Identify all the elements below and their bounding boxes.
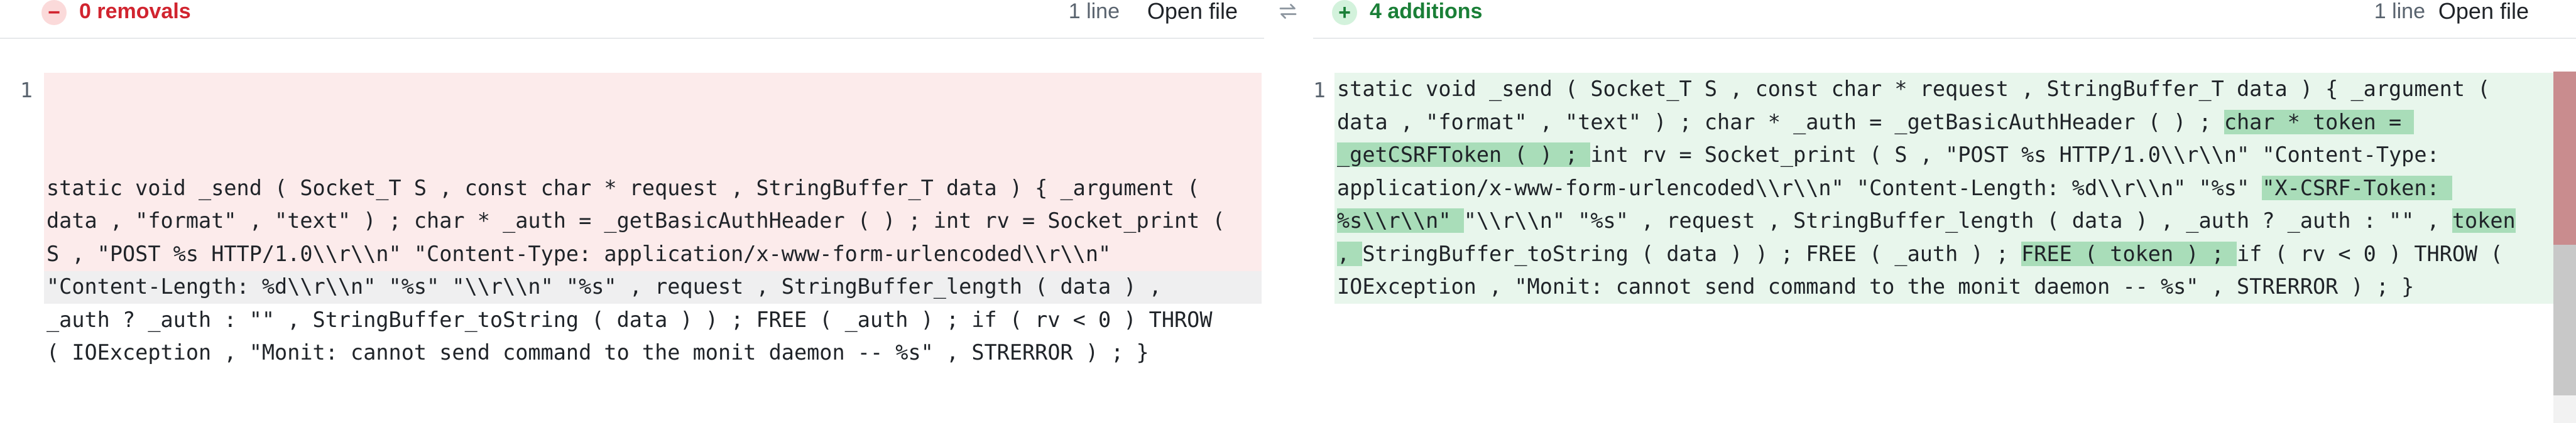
- code-text: if ( rv < 0 ) THROW (: [2237, 241, 2503, 266]
- right-code-line: application/x-www-form-urlencoded\\r\\n"…: [1337, 172, 2557, 205]
- right-pane: + 4 additions 1 line Open file 1 static …: [1313, 0, 2576, 423]
- code-text: int rv = Socket_print ( S , "POST %s HTT…: [1590, 142, 2440, 167]
- code-text: static void _send ( Socket_T S , const c…: [1337, 77, 2491, 101]
- added-token-highlight: token: [2452, 208, 2516, 233]
- left-code-line: ( IOException , "Monit: cannot send comm…: [46, 340, 1149, 365]
- minus-circle-icon: −: [41, 0, 67, 25]
- additions-title: 4 additions: [1370, 0, 1483, 23]
- added-token-highlight: FREE ( token ) ;: [2021, 241, 2237, 266]
- right-code-line: data , "format" , "text" ) ; char * _aut…: [1337, 106, 2557, 139]
- code-text: application/x-www-form-urlencoded\\r\\n"…: [1337, 175, 2262, 200]
- added-token-highlight: %s\\r\\n": [1337, 208, 1464, 233]
- left-line-count: 1 line: [1068, 0, 1120, 23]
- removals-title: 0 removals: [79, 0, 191, 23]
- left-pane-header: − 0 removals 1 line Open file: [0, 0, 1264, 39]
- left-pane: − 0 removals 1 line Open file 1 static v…: [0, 0, 1264, 423]
- added-token-highlight: "X-CSRF-Token:: [2262, 175, 2452, 200]
- right-code-line: , StringBuffer_toString ( data ) ) ; FRE…: [1337, 238, 2557, 271]
- left-open-file-button[interactable]: Open file: [1147, 0, 1238, 25]
- left-code-block: static void _send ( Socket_T S , const c…: [44, 73, 1262, 365]
- right-code-line: %s\\r\\n" "\\r\\n" "%s" , request , Stri…: [1337, 205, 2557, 238]
- left-line-number: 1: [20, 78, 33, 102]
- right-code-block: static void _send ( Socket_T S , const c…: [1334, 73, 2557, 304]
- right-line-number: 1: [1313, 78, 1326, 102]
- left-code-line: "Content-Length: %d\\r\\n" "%s" "\\r\\n"…: [46, 274, 1162, 299]
- right-code-line: _getCSRFToken ( ) ; int rv = Socket_prin…: [1337, 139, 2557, 172]
- left-code-line: S , "POST %s HTTP/1.0\\r\\n" "Content-Ty…: [46, 241, 1111, 266]
- added-token-highlight: ,: [1337, 241, 1363, 266]
- left-code-line: _auth ? _auth : "" , StringBuffer_toStri…: [46, 307, 1213, 332]
- right-code-line: IOException , "Monit: cannot send comman…: [1337, 270, 2557, 304]
- code-text: IOException , "Monit: cannot send comman…: [1337, 274, 2415, 299]
- right-code-line: static void _send ( Socket_T S , const c…: [1337, 73, 2557, 106]
- left-code-line: data , "format" , "text" ) ; char * _aut…: [46, 208, 1225, 233]
- swap-arrows-icon[interactable]: [1273, 0, 1303, 24]
- added-token-highlight: _getCSRFToken ( ) ;: [1337, 142, 1591, 167]
- right-pane-header: + 4 additions 1 line Open file: [1313, 0, 2576, 39]
- code-text: data , "format" , "text" ) ; char * _aut…: [1337, 109, 2224, 134]
- right-line-count: 1 line: [2374, 0, 2425, 23]
- plus-circle-icon: +: [1332, 0, 1357, 25]
- added-token-highlight: char * token =: [2224, 109, 2415, 134]
- left-code-line: static void _send ( Socket_T S , const c…: [46, 175, 1200, 200]
- code-text: "\\r\\n" "%s" , request , StringBuffer_l…: [1463, 208, 2452, 233]
- code-text: StringBuffer_toString ( data ) ) ; FREE …: [1362, 241, 2022, 266]
- right-open-file-button[interactable]: Open file: [2438, 0, 2529, 25]
